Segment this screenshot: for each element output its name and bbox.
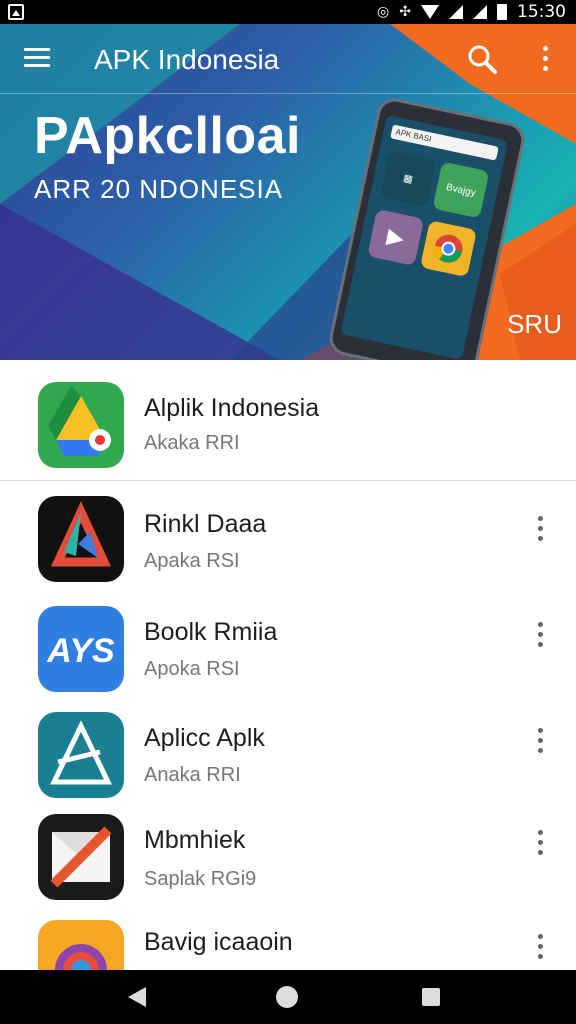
vibrate-icon: ✣ xyxy=(399,4,411,20)
list-item[interactable]: Alplik Indonesia Akaka RRI xyxy=(0,360,576,481)
app-title: APK Indonesia xyxy=(94,44,280,75)
app-subtitle: Anaka RRI xyxy=(144,764,241,786)
recents-icon[interactable] xyxy=(422,988,440,1006)
app-icon-bavig xyxy=(38,920,124,970)
app-icon-drive xyxy=(38,382,124,468)
app-subtitle: Akaka RRI xyxy=(144,432,240,454)
app-list: Alplik Indonesia Akaka RRI Rinkl Daaa Ap… xyxy=(0,360,576,970)
app-name: Bavig icaaoin xyxy=(144,928,293,956)
app-name: Mbmhiek xyxy=(144,826,246,854)
more-vert-icon[interactable] xyxy=(536,830,546,858)
app-icon-delta xyxy=(38,496,124,582)
list-item[interactable]: Rinkl Daaa Apaka RSI xyxy=(0,482,576,588)
app-name: Alplik Indonesia xyxy=(144,394,320,422)
signal-icon xyxy=(449,5,463,19)
home-icon[interactable] xyxy=(276,986,298,1008)
system-nav-bar xyxy=(0,970,576,1024)
svg-text:AYS: AYS xyxy=(46,632,115,670)
battery-icon xyxy=(497,4,507,20)
app-icon-ays: AYS xyxy=(38,606,124,692)
list-item[interactable]: AYS Boolk Rmiia Apoka RSI xyxy=(0,588,576,694)
more-vert-icon[interactable] xyxy=(536,622,546,650)
app-subtitle: Apoka RSI xyxy=(144,658,240,680)
phone-tile-play: ▶ xyxy=(367,208,425,266)
banner-subline: ARR 20 NDONESIA xyxy=(34,174,284,204)
app-icon-mbmhiek xyxy=(38,814,124,900)
status-bar: ◎ ✣ 15:30 xyxy=(0,0,576,24)
app-subtitle: Apaka RSI xyxy=(144,550,240,572)
back-icon[interactable] xyxy=(128,987,146,1007)
app-name: Rinkl Daaa xyxy=(144,510,267,538)
list-item[interactable]: Aplicc Aplk Anaka RRI xyxy=(0,694,576,800)
banner-badge: SRU xyxy=(507,309,562,339)
list-item[interactable]: Mbmhiek Saplak RGi9 xyxy=(0,800,576,906)
phone-tile-dark: ▦ xyxy=(379,150,437,208)
list-item[interactable]: Bavig icaaoin xyxy=(0,906,576,970)
menu-icon[interactable] xyxy=(24,48,52,68)
more-vert-icon[interactable] xyxy=(542,46,550,72)
more-vert-icon[interactable] xyxy=(536,728,546,756)
more-vert-icon[interactable] xyxy=(536,516,546,544)
signal-icon-2 xyxy=(473,5,487,19)
phone-tile-chrome xyxy=(419,220,477,278)
data-saver-icon: ◎ xyxy=(377,4,390,20)
app-name: Boolk Rmiia xyxy=(144,618,278,646)
banner-headline: PApkclloai xyxy=(34,107,302,165)
app-bar: APK Indonesia xyxy=(0,24,576,94)
phone-tile-green: Bvajgy xyxy=(432,161,490,219)
hero-banner: APK Indonesia PApkclloai ARR 20 NDONESIA… xyxy=(0,24,576,360)
image-notification-icon xyxy=(8,4,24,20)
app-name: Aplicc Aplk xyxy=(144,724,265,752)
search-icon[interactable] xyxy=(466,43,498,75)
wifi-icon xyxy=(421,5,439,19)
app-subtitle: Saplak RGi9 xyxy=(144,868,257,890)
app-icon-aplicc xyxy=(38,712,124,798)
status-time: 15:30 xyxy=(517,2,566,22)
more-vert-icon[interactable] xyxy=(536,934,546,962)
